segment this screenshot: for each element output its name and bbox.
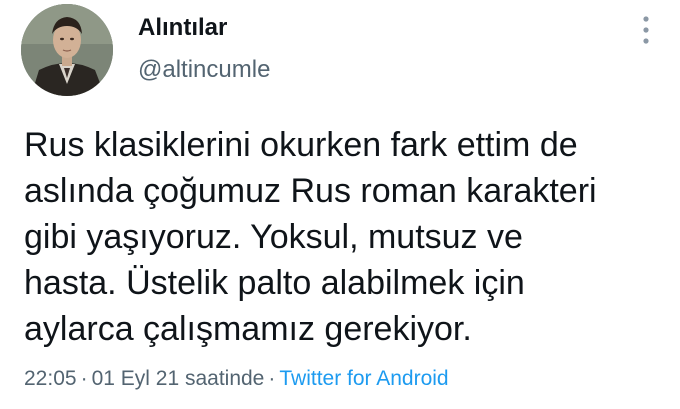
tweet-text-line: aylarca çalışmamız gerekiyor.	[24, 310, 472, 348]
meta-separator: ·	[268, 367, 276, 390]
user-handle[interactable]: @altincumle	[138, 56, 270, 84]
tweet-text-line: Rus klasiklerini okurken fark ettim de	[24, 126, 578, 164]
meta-separator: ·	[80, 367, 88, 390]
tweet-source-link[interactable]: Twitter for Android	[279, 367, 448, 390]
tweet-date[interactable]: 01 Eyl 21 saatinde	[92, 367, 265, 390]
tweet-text: Rus klasiklerini okurken fark ettim de a…	[24, 122, 664, 352]
profile-photo	[21, 4, 113, 96]
tweet-text-line: aslında çoğumuz Rus roman karakteri	[24, 172, 597, 210]
tweet-text-line: hasta. Üstelik palto alabilmek için	[24, 264, 525, 302]
display-name[interactable]: Alıntılar	[138, 14, 227, 42]
tweet-time[interactable]: 22:05	[24, 367, 77, 390]
tweet-text-line: gibi yaşıyoruz. Yoksul, mutsuz ve	[24, 218, 523, 256]
tweet-card: Alıntılar @altincumle Rus klasiklerini o…	[0, 0, 680, 409]
more-options-button[interactable]	[634, 10, 658, 50]
avatar[interactable]	[21, 4, 113, 96]
tweet-meta: 22:05 · 01 Eyl 21 saatinde · Twitter for And…	[24, 367, 449, 391]
vertical-dots-icon	[643, 16, 649, 44]
